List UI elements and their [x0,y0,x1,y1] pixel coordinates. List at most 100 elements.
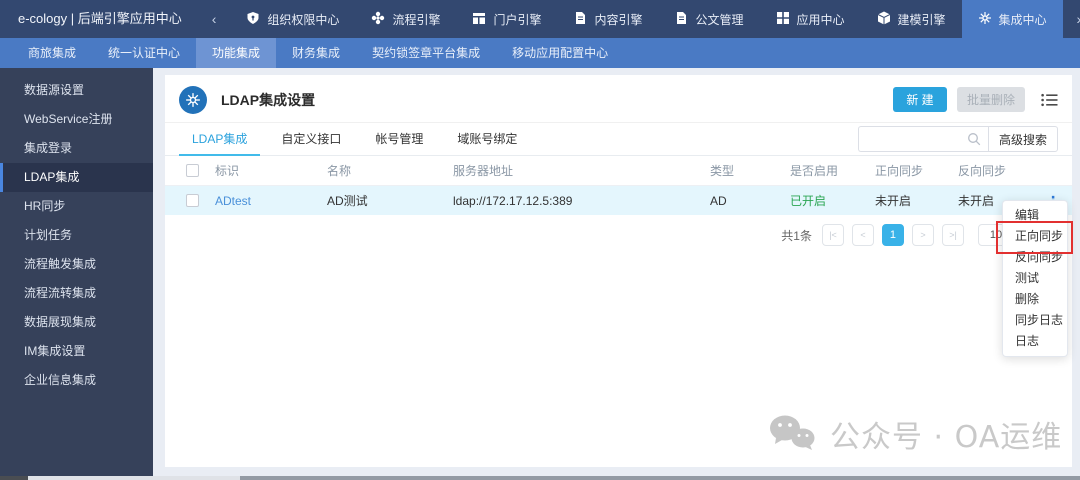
portal-icon [472,11,486,28]
integration-icon [978,11,992,28]
col-header-type: 类型 [710,164,735,178]
ldap-app-icon [179,85,207,114]
search-icon[interactable] [967,132,981,149]
pagination-next-button[interactable]: > [911,224,934,246]
topnav-label: 建模引擎 [897,12,946,27]
topnav-item-doc-management[interactable]: 公文管理 [658,0,759,38]
row-id-link[interactable]: ADtest [215,194,327,208]
screen: e-cology | 后端引擎应用中心 ‹ 组织权限中心 流程引擎 门户引擎 内… [0,0,1080,480]
nav-back-chevron-icon[interactable]: ‹ [198,0,231,38]
row-forward-sync-status: 未开启 [875,194,912,208]
horizontal-scrollbar-thumb[interactable] [240,476,1080,480]
subnav: 商旅集成 统一认证中心 功能集成 财务集成 契约锁签章平台集成 移动应用配置中心 [0,38,1080,68]
topnav-item-modeling-engine[interactable]: 建模引擎 [861,0,962,38]
row-checkbox[interactable] [186,194,199,207]
topbar: e-cology | 后端引擎应用中心 ‹ 组织权限中心 流程引擎 门户引擎 内… [0,0,1080,38]
menu-item-forward-sync[interactable]: 正向同步 [1003,226,1067,247]
app-logo: e-cology | 后端引擎应用中心 [18,11,182,26]
shield-icon [246,11,260,28]
col-header-id: 标识 [215,164,240,178]
page-size-value: 10 [989,229,1003,241]
sidebar-item-sso-login[interactable]: 集成登录 [0,134,153,163]
menu-item-delete[interactable]: 删除 [1003,289,1067,310]
table-header: 标识 名称 服务器地址 类型 是否启用 正向同步 反向同步 [165,156,1072,186]
topnav-label: 组织权限中心 [267,12,340,27]
nav-forward-chevron-icon[interactable]: › [1063,0,1080,38]
main-card: LDAP集成设置 新 建 批量删除 LDAP集成 自定义接口 帐号管理 域账号绑… [165,75,1072,467]
scrollbar-corner [0,476,28,480]
sidebar-item-workflow-trigger[interactable]: 流程触发集成 [0,250,153,279]
sidebar-item-data-display[interactable]: 数据展现集成 [0,308,153,337]
subnav-item-function-integration[interactable]: 功能集成 [196,38,277,68]
subnav-item-finance-integration[interactable]: 财务集成 [276,38,356,68]
row-name: AD测试 [327,194,368,208]
subnav-item-mobile-config[interactable]: 移动应用配置中心 [496,38,624,68]
new-button[interactable]: 新 建 [892,87,947,112]
sidebar-item-im-settings[interactable]: IM集成设置 [0,337,153,366]
tab-ldap-integration[interactable]: LDAP集成 [179,123,261,156]
col-header-name: 名称 [327,164,352,178]
topnav-item-org-permission[interactable]: 组织权限中心 [230,0,355,38]
subnav-item-unified-auth[interactable]: 统一认证中心 [92,38,196,68]
menu-item-sync-log[interactable]: 同步日志 [1003,310,1067,331]
sidebar-item-workflow-flow[interactable]: 流程流转集成 [0,279,153,308]
process-icon [371,11,385,28]
document-icon [674,11,688,28]
wechat-icon [768,413,816,456]
list-view-icon[interactable] [1041,93,1058,107]
tab-account-management[interactable]: 帐号管理 [362,123,436,155]
pagination-first-button[interactable]: |< [821,224,844,246]
batch-delete-button[interactable]: 批量删除 [956,87,1025,112]
topnav-label: 公文管理 [695,12,744,27]
page-title: LDAP集成设置 [221,91,316,108]
topnav-item-content-engine[interactable]: 内容引擎 [557,0,658,38]
menu-item-test[interactable]: 测试 [1003,268,1067,289]
tab-custom-api[interactable]: 自定义接口 [268,123,354,155]
advanced-search-button[interactable]: 高级搜索 [987,126,1058,152]
topnav-label: 流程引擎 [392,12,441,27]
watermark: 公众号 · OA运维 [768,412,1062,456]
pagination: 共1条 |< < 1 > >| 10 ▾ 页 [165,219,1072,251]
topnav-label: 应用中心 [796,12,845,27]
menu-item-edit[interactable]: 编辑 [1003,205,1067,226]
subnav-item-travel-integration[interactable]: 商旅集成 [12,38,92,68]
topnav-label: 集成中心 [998,12,1047,27]
watermark-text: 公众号 · OA运维 [830,420,1063,455]
search-area: 高级搜索 [857,123,1058,155]
sidebar-item-hr-sync[interactable]: HR同步 [0,192,153,221]
subnav-item-qiyuesuo-integration[interactable]: 契约锁签章平台集成 [356,38,496,68]
col-header-reverse-sync: 反向同步 [958,164,1007,178]
sidebar-item-datasource[interactable]: 数据源设置 [0,76,153,105]
row-enabled-status: 已开启 [790,194,827,208]
topnav-item-portal-engine[interactable]: 门户引擎 [456,0,557,38]
topnav-item-workflow-engine[interactable]: 流程引擎 [355,0,456,38]
topnav-label: 内容引擎 [594,12,643,27]
sidebar-item-scheduled-tasks[interactable]: 计划任务 [0,221,153,250]
sidebar-item-enterprise-info[interactable]: 企业信息集成 [0,366,153,395]
row-context-menu: 编辑 正向同步 反向同步 测试 删除 同步日志 日志 [1002,200,1068,357]
topnav-item-app-center[interactable]: 应用中心 [760,0,861,38]
cube-icon [877,11,891,28]
row-type: AD [710,193,727,208]
pagination-last-button[interactable]: >| [941,224,964,246]
col-header-enabled: 是否启用 [790,164,839,178]
tab-domain-account-binding[interactable]: 域账号绑定 [444,123,530,155]
sidebar-item-webservice[interactable]: WebService注册 [0,105,153,134]
topnav-item-integration-center[interactable]: 集成中心 [961,0,1063,38]
select-all-checkbox[interactable] [186,164,199,177]
card-header: LDAP集成设置 新 建 批量删除 [165,81,1072,118]
sidebar: 数据源设置 WebService注册 集成登录 LDAP集成 HR同步 计划任务… [0,68,153,477]
row-server: ldap://172.17.12.5:389 [453,193,573,208]
header-actions: 新 建 批量删除 [892,87,1058,112]
menu-item-log[interactable]: 日志 [1003,331,1067,352]
sidebar-item-ldap[interactable]: LDAP集成 [0,163,153,192]
tab-bar: LDAP集成 自定义接口 帐号管理 域账号绑定 高级搜索 [165,122,1072,156]
pagination-page-1-button[interactable]: 1 [881,224,904,246]
col-header-server: 服务器地址 [453,164,514,178]
pagination-total: 共1条 [781,228,812,243]
menu-item-reverse-sync[interactable]: 反向同步 [1003,247,1067,268]
pagination-prev-button[interactable]: < [851,224,874,246]
col-header-forward-sync: 正向同步 [875,164,924,178]
table-row[interactable]: ADtest AD测试 ldap://172.17.12.5:389 AD 已开… [165,186,1072,215]
document-icon [573,11,587,28]
